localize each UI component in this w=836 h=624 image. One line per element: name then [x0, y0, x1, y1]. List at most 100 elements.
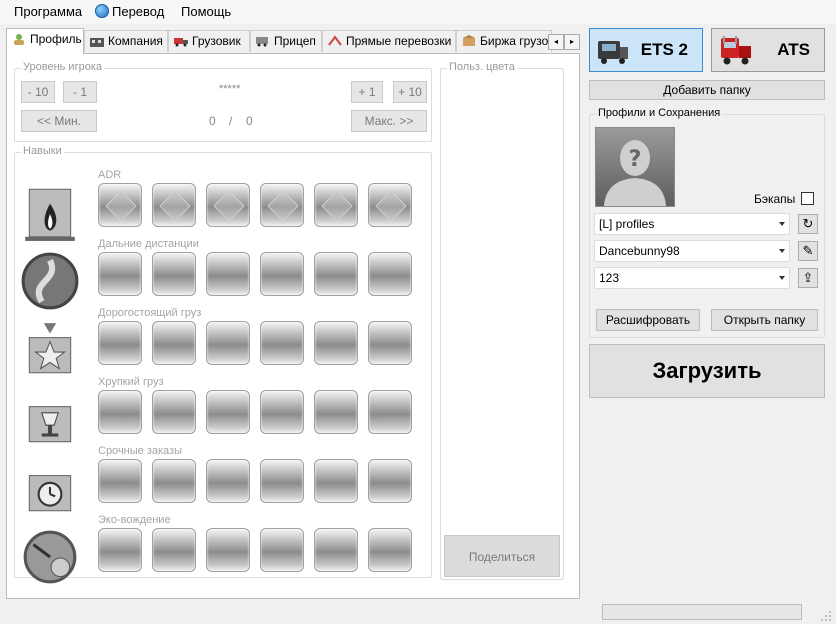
- skill-label: Хрупкий груз: [98, 376, 164, 388]
- skill-level-slot[interactable]: [314, 183, 358, 227]
- skill-level-slot[interactable]: [98, 252, 142, 296]
- menu-program[interactable]: Программа: [14, 4, 82, 19]
- trailer-icon: [256, 37, 268, 47]
- add-folder-button[interactable]: Добавить папку: [589, 80, 825, 100]
- menu-bar: Программа Перевод Помощь: [0, 0, 836, 24]
- tab-trailer[interactable]: Прицеп: [250, 30, 322, 52]
- skill-label: Дорогостоящий груз: [98, 307, 202, 319]
- skill-level-slot[interactable]: [260, 252, 304, 296]
- level-minus-10-button[interactable]: - 10: [21, 81, 55, 103]
- skill-level-slot[interactable]: [152, 252, 196, 296]
- tab-scroll-left[interactable]: ◂: [548, 34, 564, 50]
- tab-company[interactable]: Компания: [84, 30, 168, 52]
- menu-help[interactable]: Помощь: [181, 4, 231, 19]
- skill-label: Эко-вождение: [98, 514, 171, 526]
- skill-level-slot[interactable]: [152, 459, 196, 503]
- folder-select[interactable]: [L] profiles: [594, 213, 790, 235]
- backups-checkbox[interactable]: [801, 192, 814, 205]
- edit-profile-button[interactable]: ✎: [798, 241, 818, 261]
- progress-bar: [602, 604, 802, 620]
- adr-icon: [25, 188, 75, 241]
- profile-select[interactable]: Dancebunny98: [594, 240, 790, 262]
- skill-level-slot[interactable]: [368, 183, 412, 227]
- skill-level-slot[interactable]: [260, 321, 304, 365]
- level-plus-1-button[interactable]: + 1: [351, 81, 383, 103]
- skill-level-slot[interactable]: [152, 321, 196, 365]
- xp-separator: /: [229, 114, 233, 128]
- ats-label: ATS: [777, 40, 810, 59]
- save-select[interactable]: 123: [594, 267, 790, 289]
- custom-colors-legend: Польз. цвета: [447, 61, 517, 73]
- skill-level-slot[interactable]: [368, 252, 412, 296]
- skill-level-slot[interactable]: [260, 390, 304, 434]
- skill-level-slot[interactable]: [98, 390, 142, 434]
- share-button[interactable]: Поделиться: [444, 535, 560, 577]
- tab-freight-market[interactable]: Биржа грузо: [456, 30, 552, 52]
- tab-scroll-right[interactable]: ▸: [564, 34, 580, 50]
- skill-level-slot[interactable]: [152, 528, 196, 572]
- ats-truck-icon: [721, 36, 751, 65]
- export-button[interactable]: ⇪: [798, 268, 818, 288]
- skill-level-slot[interactable]: [314, 321, 358, 365]
- hazard-diamond-icon: [375, 190, 407, 222]
- avatar: ?: [595, 127, 675, 207]
- menu-translation[interactable]: Перевод: [95, 4, 164, 19]
- ets2-button[interactable]: ETS 2: [589, 28, 703, 72]
- refresh-button[interactable]: ↻: [798, 214, 818, 234]
- skill-level-slot[interactable]: [260, 183, 304, 227]
- level-min-button[interactable]: << Мин.: [21, 110, 97, 132]
- skill-level-slot[interactable]: [206, 528, 250, 572]
- upload-icon: ⇪: [802, 270, 814, 285]
- skills-group: Навыки ADR Дальние дистанции Дорогостоящий…: [14, 145, 432, 584]
- skill-level-slot[interactable]: [206, 252, 250, 296]
- tab-profile[interactable]: Профиль: [6, 28, 84, 54]
- open-folder-button[interactable]: Открыть папку: [711, 309, 818, 331]
- skill-level-slot[interactable]: [206, 390, 250, 434]
- skill-level-slot[interactable]: [152, 390, 196, 434]
- tab-strip: Профиль Компания Грузовик Прицеп Прямые …: [6, 28, 580, 54]
- level-minus-1-button[interactable]: - 1: [63, 81, 97, 103]
- profile-tab-page: Уровень игрока - 10 - 1 ***** + 1 + 10 <…: [6, 53, 580, 599]
- skill-level-slot[interactable]: [206, 321, 250, 365]
- skill-level-slot[interactable]: [368, 528, 412, 572]
- profiles-saves-group: Профили и Сохранения ? Бэкапы [L] profil…: [589, 107, 825, 338]
- skill-level-slot[interactable]: [368, 321, 412, 365]
- eco-driving-icon: [23, 530, 77, 584]
- decrypt-button[interactable]: Расшифровать: [596, 309, 700, 331]
- chevron-down-icon: [779, 222, 785, 226]
- skill-level-slot[interactable]: [368, 390, 412, 434]
- ets2-label: ETS 2: [640, 40, 688, 59]
- player-level-group: Уровень игрока - 10 - 1 ***** + 1 + 10 <…: [14, 61, 432, 142]
- skill-level-slot[interactable]: [260, 459, 304, 503]
- resize-grip-icon[interactable]: [820, 610, 832, 622]
- skill-level-slot[interactable]: [98, 321, 142, 365]
- refresh-icon: ↻: [802, 216, 814, 231]
- skill-level-slot[interactable]: [314, 459, 358, 503]
- player-level-legend: Уровень игрока: [21, 61, 104, 73]
- hazard-diamond-icon: [213, 190, 245, 222]
- skill-level-slot[interactable]: [314, 528, 358, 572]
- tab-truck[interactable]: Грузовик: [168, 30, 250, 52]
- skill-level-slot[interactable]: [314, 252, 358, 296]
- ats-button[interactable]: ATS: [711, 28, 825, 72]
- skill-level-slot[interactable]: [260, 528, 304, 572]
- skill-level-slot[interactable]: [206, 183, 250, 227]
- skill-level-slot[interactable]: [98, 183, 142, 227]
- avatar-question-mark: ?: [629, 147, 642, 172]
- load-button[interactable]: Загрузить: [589, 344, 825, 398]
- skills-legend: Навыки: [21, 145, 64, 157]
- globe-icon: [95, 4, 109, 18]
- skill-level-slot[interactable]: [206, 459, 250, 503]
- skill-level-slot[interactable]: [314, 390, 358, 434]
- skill-level-slot[interactable]: [98, 528, 142, 572]
- chevron-down-icon: [779, 276, 785, 280]
- skill-label: Дальние дистанции: [98, 238, 199, 250]
- long-distance-icon: [21, 252, 79, 310]
- skill-level-slot[interactable]: [98, 459, 142, 503]
- skill-level-slot[interactable]: [152, 183, 196, 227]
- level-plus-10-button[interactable]: + 10: [393, 81, 427, 103]
- level-max-button[interactable]: Макс. >>: [351, 110, 427, 132]
- skill-level-slot[interactable]: [368, 459, 412, 503]
- level-stars: *****: [219, 83, 241, 95]
- tab-direct-shipping[interactable]: Прямые перевозки: [322, 30, 456, 52]
